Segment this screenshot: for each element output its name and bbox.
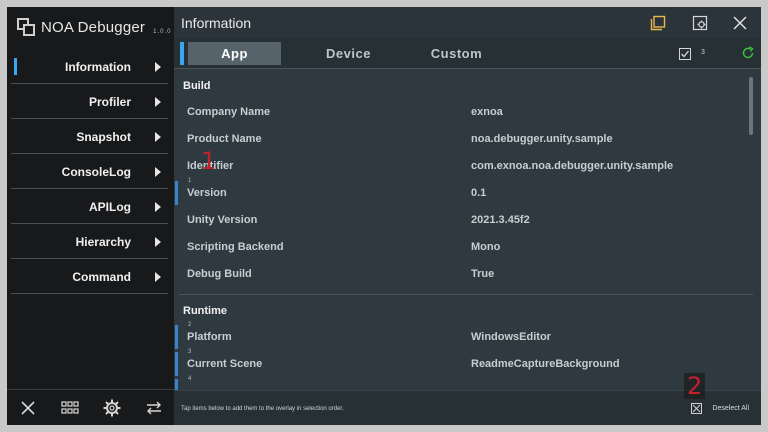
tab-bar: App Device Custom 3	[174, 38, 761, 69]
header: Information	[174, 7, 761, 38]
row-value: noa.debugger.unity.sample	[471, 133, 613, 145]
brand: NOA Debugger 1.0.0	[17, 15, 172, 39]
gear-icon[interactable]	[102, 398, 122, 418]
chevron-right-icon	[155, 201, 161, 212]
app-name: NOA Debugger	[41, 18, 146, 36]
sidebar-item-label: Snapshot	[76, 129, 131, 144]
refresh-icon[interactable]	[741, 46, 755, 60]
chevron-right-icon	[155, 271, 161, 282]
table-row[interactable]: Company Name exnoa	[174, 99, 747, 126]
row-key: Unity Version	[187, 214, 258, 226]
row-key: Product Name	[187, 133, 262, 145]
row-key: Debug Build	[187, 268, 252, 280]
sidebar: NOA Debugger 1.0.0 Information Profiler …	[7, 7, 174, 425]
chevron-right-icon	[155, 236, 161, 247]
tab-device[interactable]: Device	[302, 42, 395, 65]
row-key: Version	[187, 187, 227, 199]
table-row[interactable]: Unity Version 2021.3.45f2	[174, 207, 747, 234]
sidebar-item-profiler[interactable]: Profiler	[11, 85, 168, 119]
sidebar-item-label: Hierarchy	[75, 234, 131, 249]
sidebar-item-label: Information	[65, 59, 131, 74]
selection-order: 1	[188, 178, 192, 184]
sidebar-item-label: APILog	[89, 199, 131, 214]
table-row[interactable]: 4	[174, 376, 747, 390]
table-row[interactable]: 2 Platform WindowsEditor	[174, 322, 747, 351]
sidebar-item-information[interactable]: Information	[11, 50, 168, 84]
main-panel: Information App Device Custom 3 Build Co…	[174, 7, 761, 425]
table-row[interactable]: Product Name noa.debugger.unity.sample	[174, 126, 747, 153]
row-key: Company Name	[187, 106, 271, 118]
annotation-marker-2: 2	[684, 373, 706, 399]
window-icon[interactable]	[648, 13, 668, 33]
sidebar-toolbar	[7, 389, 174, 425]
sidebar-item-snapshot[interactable]: Snapshot	[11, 120, 168, 154]
debugger-window: NOA Debugger 1.0.0 Information Profiler …	[7, 7, 761, 425]
row-value: com.exnoa.noa.debugger.unity.sample	[471, 160, 674, 172]
settings-window-icon[interactable]	[690, 13, 710, 33]
row-value: exnoa	[471, 106, 503, 118]
page-title: Information	[181, 15, 252, 31]
swap-icon[interactable]	[144, 398, 164, 418]
close-icon[interactable]	[730, 13, 750, 33]
close-icon[interactable]	[18, 398, 38, 418]
row-value: True	[471, 268, 495, 280]
sidebar-item-label: Command	[72, 269, 131, 284]
noa-logo-icon	[17, 18, 35, 36]
chevron-right-icon	[155, 61, 161, 72]
scrollbar-thumb[interactable]	[749, 77, 753, 135]
tab-custom[interactable]: Custom	[410, 42, 503, 65]
table-row[interactable]: Scripting Backend Mono	[174, 234, 747, 261]
tab-app[interactable]: App	[188, 42, 281, 65]
selection-order: 2	[188, 322, 192, 328]
row-value: WindowsEditor	[471, 331, 551, 343]
row-value: ReadmeCaptureBackground	[471, 358, 620, 370]
row-value: Mono	[471, 241, 501, 253]
table-row[interactable]: 1 Version 0.1	[174, 178, 747, 207]
row-key: Current Scene	[187, 358, 263, 370]
footer: Tap items below to add them to the overl…	[174, 373, 761, 425]
row-value: 2021.3.45f2	[471, 214, 530, 226]
section-title-runtime: Runtime	[183, 305, 227, 317]
table-row[interactable]: Identifier com.exnoa.noa.debugger.unity.…	[174, 153, 747, 180]
selection-order: 3	[188, 349, 192, 355]
chevron-right-icon	[155, 166, 161, 177]
sidebar-item-command[interactable]: Command	[11, 260, 168, 294]
sidebar-item-label: Profiler	[88, 94, 131, 109]
footer-hint: Tap items below to add them to the overl…	[181, 406, 344, 412]
app-version: 1.0.0	[153, 29, 172, 35]
sidebar-nav: Information Profiler Snapshot ConsoleLog…	[7, 50, 174, 295]
deselect-icon	[691, 403, 703, 414]
chevron-right-icon	[155, 131, 161, 142]
tab-accent-bar	[180, 42, 184, 65]
sidebar-item-label: ConsoleLog	[61, 164, 131, 179]
sidebar-item-apilog[interactable]: APILog	[11, 190, 168, 224]
row-key: Platform	[187, 331, 232, 343]
row-value: 0.1	[471, 187, 487, 199]
deselect-all-label: Deselect All	[712, 405, 749, 412]
scrollbar[interactable]	[749, 69, 755, 390]
table-row[interactable]: Debug Build True	[174, 261, 747, 288]
chevron-right-icon	[155, 96, 161, 107]
selection-order: 4	[188, 376, 192, 382]
sidebar-item-consolelog[interactable]: ConsoleLog	[11, 155, 168, 189]
checked-count: 3	[701, 49, 705, 56]
annotation-marker-1: 1	[201, 147, 217, 175]
info-list: Build Company Name exnoa Product Name no…	[174, 69, 761, 390]
row-key: Scripting Backend	[187, 241, 284, 253]
table-row[interactable]: 3 Current Scene ReadmeCaptureBackground	[174, 349, 747, 378]
grid-icon[interactable]	[60, 398, 80, 418]
section-divider	[179, 294, 753, 295]
sidebar-item-hierarchy[interactable]: Hierarchy	[11, 225, 168, 259]
checkbox-icon[interactable]	[679, 47, 691, 60]
deselect-all-button[interactable]: Deselect All	[691, 403, 749, 414]
section-title-build: Build	[183, 80, 211, 92]
